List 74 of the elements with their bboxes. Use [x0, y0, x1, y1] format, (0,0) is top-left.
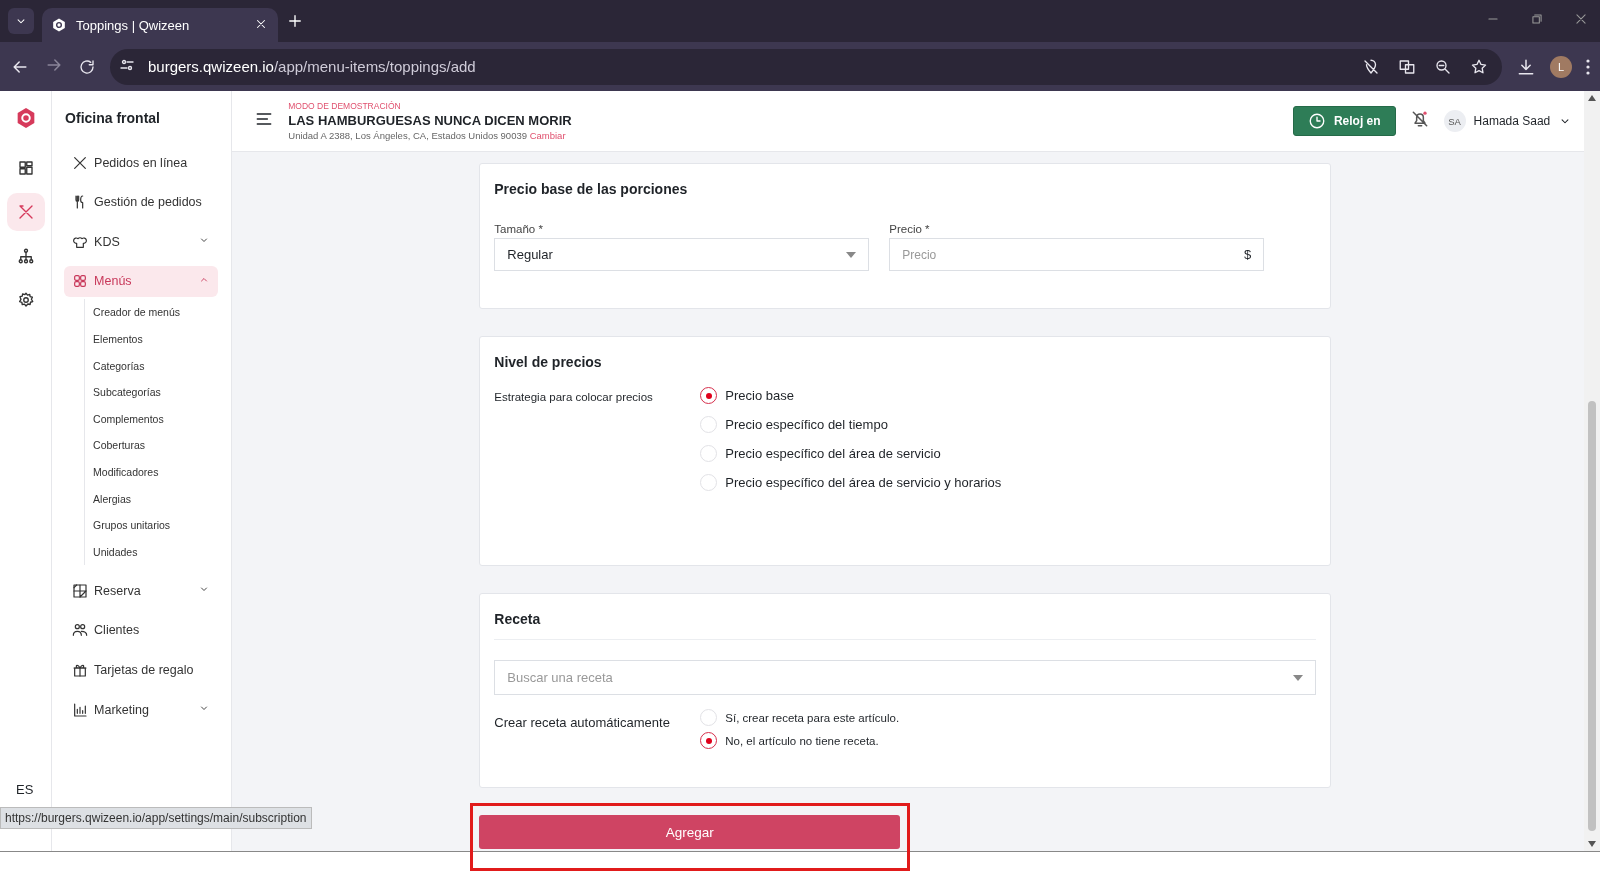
gift-icon — [72, 662, 89, 678]
radio-label[interactable]: Precio específico del área de servicio — [725, 446, 941, 461]
nav-item[interactable]: Pedidos en línea — [64, 147, 219, 178]
price-input[interactable]: Precio $ — [889, 238, 1265, 271]
field-label: Tamaño * — [494, 223, 544, 235]
nav-subitem[interactable]: Modificadores — [93, 458, 219, 486]
caret-icon — [846, 251, 857, 258]
radio-button[interactable] — [700, 732, 718, 749]
browser-tab[interactable]: Toppings | Qwizeen — [42, 8, 278, 42]
nav-subitem[interactable]: Grupos unitarios — [93, 512, 219, 539]
radio-label[interactable]: Precio específico del área de servicio y horarios — [725, 475, 1002, 490]
user-name[interactable]: Hamada Saad — [1473, 114, 1551, 128]
nav-subitem[interactable]: Unidades — [93, 538, 219, 566]
scrollbar-thumb[interactable] — [1588, 401, 1597, 831]
restaurant-name: LAS HAMBURGUESAS NUNCA DICEN MORIR — [288, 113, 573, 128]
nav-subitem[interactable]: Creador de menús — [93, 299, 219, 326]
nav-item[interactable]: Marketing — [64, 694, 219, 726]
tab-search-button[interactable] — [8, 8, 34, 34]
section-title: Receta — [494, 611, 542, 627]
nav-item[interactable]: Menús — [64, 265, 219, 297]
table-icon — [72, 582, 89, 599]
more-icon[interactable] — [1586, 58, 1590, 75]
nav-subitem[interactable]: Subcategorías — [93, 379, 219, 406]
clock-in-button[interactable]: Reloj en — [1292, 106, 1396, 136]
section-title: Nivel de precios — [494, 354, 603, 370]
settings-icon — [16, 291, 35, 309]
status-url: https://burgers.qwizeen.io/app/settings/main/subscription — [0, 807, 312, 829]
scroll-up-icon — [1588, 95, 1597, 101]
nav-item[interactable]: Tarjetas de regalo — [64, 654, 219, 686]
nav-subitem[interactable]: Alergias — [93, 485, 219, 513]
nav-subitem[interactable]: Elementos — [93, 325, 219, 353]
add-button[interactable]: Agregar — [479, 815, 901, 849]
section-title: Precio base de las porciones — [494, 181, 689, 197]
nav-item[interactable]: Reserva — [64, 575, 219, 607]
field-label: Crear receta automáticamente — [494, 714, 671, 732]
nav-subitem[interactable]: Complementos — [93, 405, 219, 433]
size-dropdown[interactable]: Regular — [494, 238, 870, 271]
app-logo-icon — [15, 107, 36, 129]
nav-item[interactable]: Gestión de pedidos — [64, 186, 219, 218]
radio-button[interactable] — [700, 387, 718, 404]
grid-icon — [16, 159, 35, 177]
bar-chart-icon — [72, 701, 89, 718]
radio-label[interactable]: Precio específico del tiempo — [725, 417, 888, 432]
close-icon — [1574, 12, 1588, 26]
language-selector[interactable]: ES — [16, 782, 34, 797]
zoom-out-icon — [1434, 57, 1452, 76]
nav-subitem[interactable]: Categorías — [93, 352, 219, 380]
hierarchy-icon — [16, 247, 35, 265]
scroll-down-icon — [1588, 841, 1597, 847]
grid-icon — [72, 273, 89, 290]
plus-icon — [286, 12, 304, 30]
restore-icon — [1530, 12, 1544, 26]
translate-icon — [1398, 57, 1416, 76]
nav-item[interactable]: KDS — [64, 226, 219, 258]
radio-label[interactable]: Sí, crear receta para este artículo. — [725, 711, 900, 724]
app-logo-icon — [52, 18, 66, 32]
currency-symbol: $ — [1244, 247, 1252, 262]
restaurant-address: Unidad A 2388, Los Ángeles, CA, Estados Unidos 90039 — [288, 130, 527, 141]
field-label: Precio * — [889, 223, 931, 235]
caret-icon — [1293, 674, 1304, 681]
sidebar-title: Oficina frontal — [65, 110, 161, 128]
star-icon — [1470, 57, 1488, 76]
clock-icon — [1307, 112, 1326, 130]
change-link[interactable]: Cambiar — [529, 130, 566, 141]
field-label: Estrategia para colocar precios — [494, 390, 654, 405]
radio-label[interactable]: No, el artículo no tiene receta. — [725, 734, 879, 747]
radio-label[interactable]: Precio base — [725, 388, 794, 403]
profile-avatar[interactable]: L — [1550, 55, 1572, 78]
nav-subitem[interactable]: Coberturas — [93, 432, 219, 459]
user-avatar[interactable]: SA — [1443, 110, 1466, 132]
demo-mode-label: MODO DE DEMOSTRACIÓN — [288, 101, 402, 111]
people-icon — [72, 622, 89, 639]
reload-icon — [78, 57, 96, 76]
nav-item[interactable]: Clientes — [64, 614, 219, 646]
